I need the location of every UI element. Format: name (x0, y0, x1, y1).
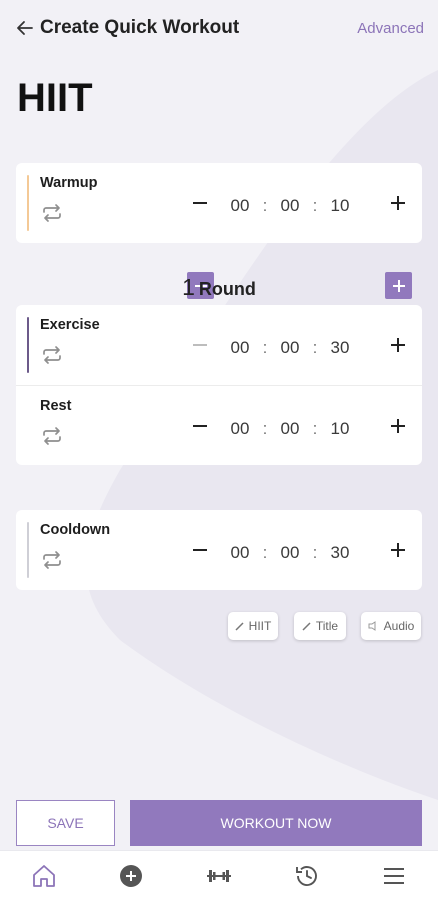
round-control: 1 Round (16, 272, 422, 302)
time-separator: : (312, 338, 318, 357)
audio-chip[interactable]: Audio (361, 612, 421, 640)
exercise-decrement-button[interactable] (188, 333, 212, 357)
time-separator: : (312, 419, 318, 438)
exercise-increment-button[interactable] (386, 333, 410, 357)
cooldown-label: Cooldown (40, 522, 111, 538)
warmup-minutes[interactable]: 00 (272, 196, 308, 216)
nav-menu[interactable] (372, 854, 416, 898)
exercise-segment: Exercise 00 : 00 : 30 (16, 305, 422, 385)
interval-card: Exercise 00 : 00 : 30 Rest 00 : 00 : 10 (16, 305, 422, 465)
warmup-hours[interactable]: 00 (222, 196, 258, 216)
rest-label: Rest (40, 398, 72, 414)
pencil-icon (235, 622, 244, 631)
plus-icon (391, 338, 405, 352)
warmup-seconds[interactable]: 10 (322, 196, 358, 216)
repeat-icon[interactable] (40, 343, 64, 367)
exercise-minutes[interactable]: 00 (272, 338, 308, 358)
round-count: 1 Round (182, 274, 256, 300)
nav-workouts[interactable] (197, 854, 241, 898)
nav-add[interactable] (109, 854, 153, 898)
rest-decrement-button[interactable] (188, 414, 212, 438)
menu-icon (384, 867, 405, 884)
warmup-label: Warmup (40, 175, 98, 191)
warmup-increment-button[interactable] (386, 191, 410, 215)
minus-icon (193, 344, 207, 346)
time-separator: : (262, 543, 268, 562)
plus-icon (391, 419, 405, 433)
workout-now-button[interactable]: WORKOUT NOW (130, 800, 422, 846)
minus-icon (193, 202, 207, 204)
warmup-accent-bar (27, 175, 29, 231)
exercise-label: Exercise (40, 317, 100, 333)
edit-title-chip[interactable]: Title (294, 612, 346, 640)
cooldown-minutes[interactable]: 00 (272, 543, 308, 563)
repeat-icon[interactable] (40, 201, 64, 225)
edit-chips: HIIT Title Audio (0, 612, 438, 642)
rest-time: 00 : 00 : 10 (222, 419, 382, 439)
speaker-icon (368, 621, 376, 631)
cooldown-segment: Cooldown 00 : 00 : 30 (16, 510, 422, 590)
dumbbell-icon (206, 869, 231, 882)
cooldown-seconds[interactable]: 30 (322, 543, 358, 563)
time-separator: : (262, 419, 268, 438)
save-button[interactable]: SAVE (16, 800, 115, 846)
rest-hours[interactable]: 00 (222, 419, 258, 439)
plus-icon (392, 279, 405, 292)
advanced-link[interactable]: Advanced (357, 20, 424, 37)
plus-icon (391, 543, 405, 557)
cooldown-accent-bar (27, 522, 29, 578)
rest-increment-button[interactable] (386, 414, 410, 438)
back-button[interactable] (14, 17, 36, 39)
minus-icon (193, 549, 207, 551)
rest-segment: Rest 00 : 00 : 10 (16, 385, 422, 465)
plus-icon (391, 196, 405, 210)
warmup-decrement-button[interactable] (188, 191, 212, 215)
time-separator: : (312, 543, 318, 562)
top-bar: Create Quick Workout Advanced (0, 0, 438, 56)
exercise-time: 00 : 00 : 30 (222, 338, 382, 358)
cooldown-decrement-button[interactable] (188, 538, 212, 562)
pencil-icon (302, 622, 311, 631)
round-increment-button[interactable] (385, 272, 412, 299)
add-circle-icon (120, 864, 143, 887)
repeat-icon[interactable] (40, 424, 64, 448)
home-icon (32, 864, 55, 887)
bottom-navigation (0, 850, 438, 900)
nav-history[interactable] (285, 854, 329, 898)
history-icon (295, 865, 317, 886)
cooldown-card: Cooldown 00 : 00 : 30 (16, 510, 422, 590)
minus-icon (193, 425, 207, 427)
repeat-icon[interactable] (40, 548, 64, 572)
cooldown-increment-button[interactable] (386, 538, 410, 562)
cooldown-hours[interactable]: 00 (222, 543, 258, 563)
workout-name[interactable]: HIIT (17, 76, 93, 121)
page-header-title: Create Quick Workout (40, 17, 240, 38)
exercise-accent-bar (27, 317, 29, 373)
time-separator: : (262, 196, 268, 215)
warmup-segment: Warmup 00 : 00 : 10 (16, 163, 422, 243)
exercise-seconds[interactable]: 30 (322, 338, 358, 358)
time-separator: : (262, 338, 268, 357)
rest-seconds[interactable]: 10 (322, 419, 358, 439)
arrow-left-icon (17, 21, 33, 35)
exercise-hours[interactable]: 00 (222, 338, 258, 358)
time-separator: : (312, 196, 318, 215)
rest-minutes[interactable]: 00 (272, 419, 308, 439)
warmup-time: 00 : 00 : 10 (222, 196, 382, 216)
warmup-card: Warmup 00 : 00 : 10 (16, 163, 422, 243)
nav-home[interactable] (22, 854, 66, 898)
cooldown-time: 00 : 00 : 30 (222, 543, 382, 563)
edit-hiit-chip[interactable]: HIIT (228, 612, 278, 640)
